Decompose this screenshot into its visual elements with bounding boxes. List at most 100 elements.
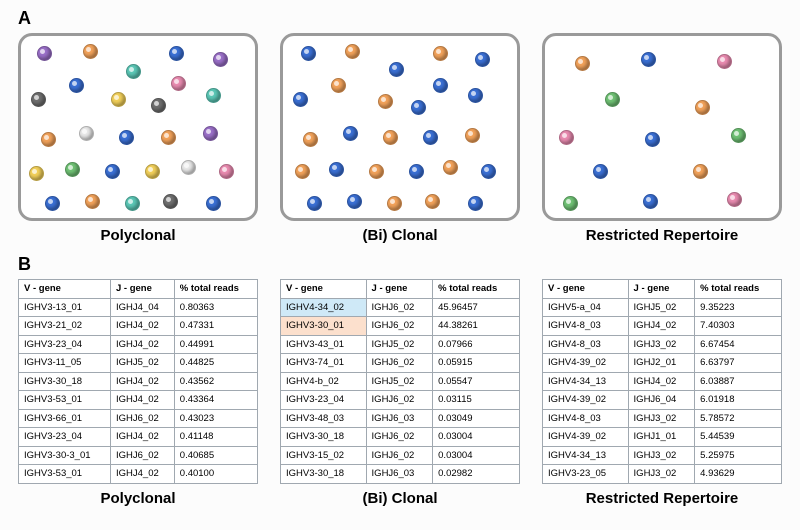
cell-icon [69, 78, 84, 93]
jgene-cell: IGHJ6_02 [366, 317, 433, 336]
cell-icon [219, 164, 234, 179]
cell-icon [425, 194, 440, 209]
pct-cell: 0.80363 [174, 298, 257, 317]
cell-icon [125, 196, 140, 211]
pct-cell: 0.44991 [174, 335, 257, 354]
biclonal-table-title: (Bi) Clonal [363, 490, 438, 507]
table-row: IGHV4-34_13IGHJ3_025.25975 [543, 446, 782, 465]
cell-icon [293, 92, 308, 107]
jgene-cell: IGHJ3_02 [628, 446, 695, 465]
pct-cell: 6.67454 [695, 335, 782, 354]
table-row: IGHV3-30_18IGHJ6_020.03004 [281, 428, 520, 447]
cell-icon [343, 126, 358, 141]
table-row: IGHV3-74_01IGHJ6_020.05915 [281, 354, 520, 373]
table-row: IGHV4-8_03IGHJ3_026.67454 [543, 335, 782, 354]
jgene-cell: IGHJ4_02 [110, 372, 174, 391]
cell-icon [727, 192, 742, 207]
table-row: IGHV4-b_02IGHJ5_020.05547 [281, 372, 520, 391]
cell-icon [111, 92, 126, 107]
th-jgene: J - gene [628, 280, 695, 299]
vgene-cell: IGHV3-43_01 [281, 335, 367, 354]
cell-icon [301, 46, 316, 61]
biclonal-title: (Bi) Clonal [363, 227, 438, 244]
table-row: IGHV3-11_05IGHJ5_020.44825 [19, 354, 258, 373]
jgene-cell: IGHJ4_02 [628, 372, 695, 391]
cell-icon [119, 130, 134, 145]
vgene-cell: IGHV3-23_05 [543, 465, 629, 484]
pct-cell: 45.96457 [433, 298, 520, 317]
restricted-panel [542, 33, 782, 221]
jgene-cell: IGHJ4_02 [110, 465, 174, 484]
polyclonal-panel [18, 33, 258, 221]
cell-icon [433, 46, 448, 61]
jgene-cell: IGHJ4_02 [110, 391, 174, 410]
table-row: IGHV4-39_02IGHJ1_015.44539 [543, 428, 782, 447]
vgene-cell: IGHV3-30_18 [281, 465, 367, 484]
pct-cell: 5.25975 [695, 446, 782, 465]
jgene-cell: IGHJ5_02 [366, 335, 433, 354]
cell-icon [29, 166, 44, 181]
cell-icon [169, 46, 184, 61]
restricted-table-title: Restricted Repertoire [586, 490, 739, 507]
cell-icon [693, 164, 708, 179]
cell-icon [695, 100, 710, 115]
jgene-cell: IGHJ3_02 [628, 409, 695, 428]
vgene-cell: IGHV4-b_02 [281, 372, 367, 391]
cell-icon [443, 160, 458, 175]
table-row: IGHV3-15_02IGHJ6_020.03004 [281, 446, 520, 465]
vgene-cell: IGHV3-53_01 [19, 465, 111, 484]
pct-cell: 5.78572 [695, 409, 782, 428]
jgene-cell: IGHJ5_02 [366, 372, 433, 391]
table-row: IGHV3-13_01IGHJ4_040.80363 [19, 298, 258, 317]
cell-icon [559, 130, 574, 145]
cell-icon [307, 196, 322, 211]
table-row: IGHV4-8_03IGHJ3_025.78572 [543, 409, 782, 428]
pct-cell: 5.44539 [695, 428, 782, 447]
pct-cell: 0.05547 [433, 372, 520, 391]
cell-icon [151, 98, 166, 113]
panel-row-b: V - gene J - gene % total reads IGHV3-13… [18, 279, 782, 507]
cell-icon [213, 52, 228, 67]
pct-cell: 0.40100 [174, 465, 257, 484]
polyclonal-table-title: Polyclonal [100, 490, 175, 507]
th-jgene: J - gene [110, 280, 174, 299]
pct-cell: 0.40685 [174, 446, 257, 465]
cell-icon [31, 92, 46, 107]
cell-icon [641, 52, 656, 67]
jgene-cell: IGHJ5_02 [628, 298, 695, 317]
cell-icon [163, 194, 178, 209]
cell-icon [161, 130, 176, 145]
th-vgene: V - gene [281, 280, 367, 299]
cell-icon [206, 88, 221, 103]
jgene-cell: IGHJ4_02 [110, 335, 174, 354]
pct-cell: 0.02982 [433, 465, 520, 484]
table-row: IGHV4-8_03IGHJ4_027.40303 [543, 317, 782, 336]
cell-icon [347, 194, 362, 209]
vgene-cell: IGHV3-21_02 [19, 317, 111, 336]
table-row: IGHV3-30_18IGHJ4_020.43562 [19, 372, 258, 391]
section-b-label: B [18, 254, 782, 275]
panel-row-a: Polyclonal (Bi) Clonal Restricted Repert… [18, 33, 782, 244]
jgene-cell: IGHJ6_02 [366, 354, 433, 373]
vgene-cell: IGHV5-a_04 [543, 298, 629, 317]
cell-icon [645, 132, 660, 147]
jgene-cell: IGHJ6_02 [366, 298, 433, 317]
pct-cell: 0.43364 [174, 391, 257, 410]
cell-icon [423, 130, 438, 145]
cell-icon [575, 56, 590, 71]
table-row: IGHV3-53_01IGHJ4_020.43364 [19, 391, 258, 410]
jgene-cell: IGHJ1_01 [628, 428, 695, 447]
vgene-cell: IGHV4-8_03 [543, 335, 629, 354]
pct-cell: 0.05915 [433, 354, 520, 373]
cell-icon [345, 44, 360, 59]
table-row: IGHV3-48_03IGHJ6_030.03049 [281, 409, 520, 428]
pct-cell: 0.43562 [174, 372, 257, 391]
cell-icon [303, 132, 318, 147]
restricted-table: V - gene J - gene % total reads IGHV5-a_… [542, 279, 782, 484]
jgene-cell: IGHJ6_04 [628, 391, 695, 410]
vgene-cell: IGHV3-30_01 [281, 317, 367, 336]
table-row: IGHV3-30-3_01IGHJ6_020.40685 [19, 446, 258, 465]
vgene-cell: IGHV3-11_05 [19, 354, 111, 373]
jgene-cell: IGHJ6_03 [366, 409, 433, 428]
vgene-cell: IGHV4-39_02 [543, 391, 629, 410]
